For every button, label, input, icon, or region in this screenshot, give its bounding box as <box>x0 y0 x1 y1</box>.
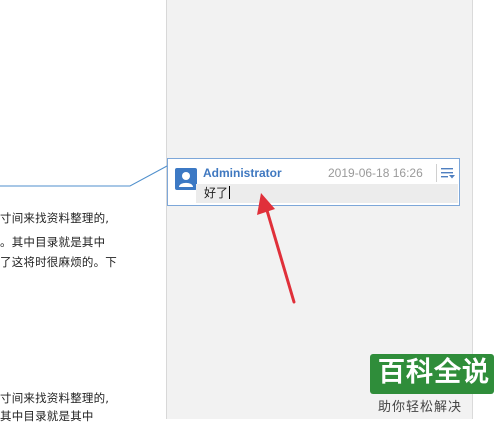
watermark-logo: 百科全说 助你轻松解决 <box>364 352 500 419</box>
watermark-subtitle: 助你轻松解决 <box>378 400 463 415</box>
watermark-title: 百科全说 <box>378 357 490 388</box>
